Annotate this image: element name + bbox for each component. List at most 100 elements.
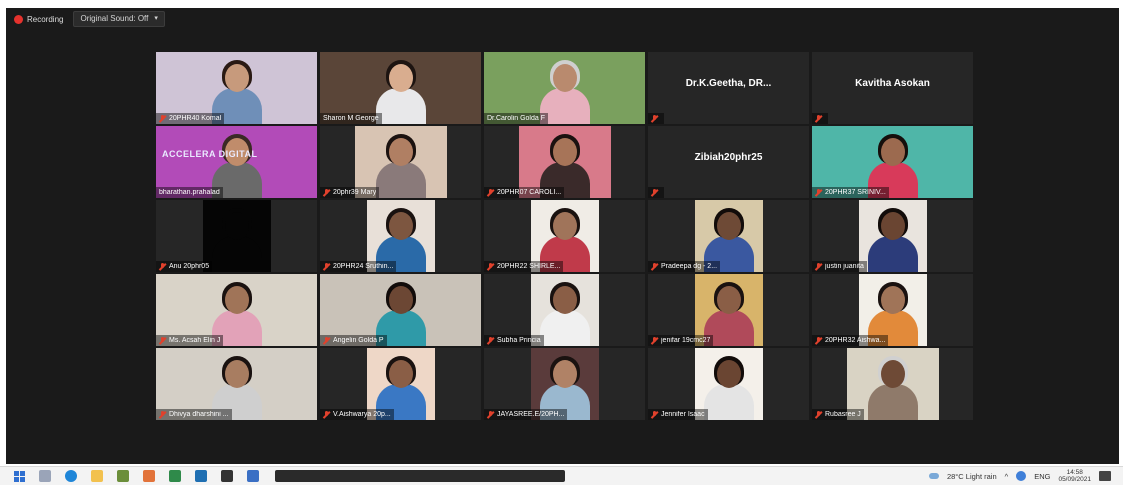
participant-tile[interactable]: Pradeepa dg - 2... (648, 200, 809, 272)
muted-mic-icon (651, 115, 658, 122)
participant-tile[interactable]: 20PHR07 CAROLI... (484, 126, 645, 198)
mail-icon[interactable] (195, 470, 207, 482)
recording-label: Recording (27, 14, 64, 24)
muted-mic-icon (487, 411, 494, 418)
app-icon-1[interactable] (117, 470, 129, 482)
taskbar-running-apps[interactable] (275, 470, 565, 482)
clock-date: 05/09/2021 (1058, 476, 1091, 483)
participant-name-tag: Pradeepa dg - 2... (648, 261, 721, 272)
participant-tile[interactable]: Dr.K.Geetha, DR... (648, 52, 809, 124)
participant-name-tag: bharathan.prahalad (156, 187, 223, 198)
original-sound-button[interactable]: Original Sound: Off ▾ (73, 11, 165, 27)
participant-figure (863, 208, 923, 272)
excel-icon[interactable] (169, 470, 181, 482)
participant-tile[interactable]: JAYASREE.E/20PH... (484, 348, 645, 420)
participant-name-tag: 20PHR32 Aishwa... (812, 335, 889, 346)
participant-name: Sharon M George (323, 115, 379, 122)
clock[interactable]: 14:58 05/09/2021 (1058, 469, 1091, 483)
participant-name: 20phr39 Mary (333, 189, 377, 196)
participant-tile[interactable]: 20phr39 Mary (320, 126, 481, 198)
muted-mic-icon (323, 411, 330, 418)
muted-mic-icon (815, 115, 822, 122)
participant-name-tag: Jennifer Isaac (648, 409, 708, 420)
participant-name-tag: JAYASREE.E/20PH... (484, 409, 568, 420)
participant-tile[interactable]: V.Aishwarya 20p... (320, 348, 481, 420)
muted-mic-icon (487, 263, 494, 270)
edge-browser-icon[interactable] (65, 470, 77, 482)
participant-name: justin juanita (825, 263, 864, 270)
participant-name-tag: 20PHR40 Komal (156, 113, 225, 124)
participant-name-tag: 20PHR24 Sruthin... (320, 261, 397, 272)
participant-tile[interactable]: 20PHR32 Aishwa... (812, 274, 973, 346)
participant-name-tag: V.Aishwarya 20p... (320, 409, 394, 420)
store-icon[interactable] (221, 470, 233, 482)
meeting-window: Recording Original Sound: Off ▾ 20PHR40 … (6, 8, 1119, 464)
muted-mic-icon (487, 189, 494, 196)
muted-mic-icon (487, 337, 494, 344)
participant-tile[interactable]: Kavitha Asokan (812, 52, 973, 124)
participant-name-tag: Angelin Golda P (320, 335, 387, 346)
participant-name: 20PHR32 Aishwa... (825, 337, 886, 344)
muted-mic-icon (815, 411, 822, 418)
participant-figure (863, 356, 923, 420)
notification-icon[interactable] (1099, 471, 1111, 481)
participant-figure (371, 134, 431, 198)
windows-taskbar: 28°C Light rain ^ ENG 14:58 05/09/2021 (0, 466, 1123, 485)
chevron-up-icon[interactable]: ^ (1005, 472, 1009, 481)
muted-mic-icon (159, 411, 166, 418)
participant-name-tag (648, 113, 664, 124)
chevron-down-icon[interactable]: ▾ (154, 12, 158, 26)
virtual-background-text: ACCELERA DIGITAL (162, 149, 258, 159)
muted-mic-icon (815, 189, 822, 196)
participant-name: Jennifer Isaac (661, 411, 705, 418)
word-icon[interactable] (247, 470, 259, 482)
weather-icon[interactable] (928, 473, 939, 479)
participant-tile[interactable]: justin juanita (812, 200, 973, 272)
muted-mic-icon (815, 337, 822, 344)
participant-tile[interactable]: Angelin Golda P (320, 274, 481, 346)
muted-mic-icon (651, 263, 658, 270)
participant-tile[interactable]: Rubasree J (812, 348, 973, 420)
participant-name: bharathan.prahalad (159, 189, 220, 196)
participant-name: jenifar 19cmc27 (661, 337, 711, 344)
participant-name: 20PHR40 Komal (169, 115, 222, 122)
muted-mic-icon (815, 263, 822, 270)
participant-name: 20PHR37 SRINIV... (825, 189, 886, 196)
participant-tile[interactable]: Zibiah20phr25 (648, 126, 809, 198)
participant-tile[interactable]: Dhivya dharshini ... (156, 348, 317, 420)
file-explorer-icon[interactable] (91, 470, 103, 482)
participant-tile[interactable]: 20PHR22 SHIRLE... (484, 200, 645, 272)
app-icon-2[interactable] (143, 470, 155, 482)
participant-name-tag: 20PHR37 SRINIV... (812, 187, 889, 198)
participant-video (202, 200, 271, 272)
participant-tile[interactable]: Dr.Carolin Golda F (484, 52, 645, 124)
original-sound-label: Original Sound: Off (80, 14, 149, 23)
participant-name-tag: jenifar 19cmc27 (648, 335, 714, 346)
participant-video (858, 200, 927, 272)
participant-tile[interactable]: 20PHR37 SRINIV... (812, 126, 973, 198)
muted-mic-icon (651, 411, 658, 418)
task-view-icon[interactable] (39, 470, 51, 482)
participant-tile[interactable]: ACCELERA DIGITAL bharathan.prahalad (156, 126, 317, 198)
participant-tile[interactable]: 20PHR24 Sruthin... (320, 200, 481, 272)
participant-name-tag: 20phr39 Mary (320, 187, 380, 198)
muted-mic-icon (651, 189, 658, 196)
participant-tile[interactable]: jenifar 19cmc27 (648, 274, 809, 346)
participant-name: Anu 20phr05 (169, 263, 210, 270)
participant-name-tag: justin juanita (812, 261, 867, 272)
participant-name: 20PHR07 CAROLI... (497, 189, 562, 196)
muted-mic-icon (159, 263, 166, 270)
participant-name-tag (812, 113, 828, 124)
weather-label[interactable]: 28°C Light rain (947, 472, 997, 481)
language-label[interactable]: ENG (1034, 472, 1050, 481)
windows-start-icon[interactable] (14, 470, 25, 482)
participant-name-tag: Rubasree J (812, 409, 864, 420)
participant-tile[interactable]: Subha Princia (484, 274, 645, 346)
assistant-icon[interactable] (1016, 471, 1027, 481)
participant-tile[interactable]: Jennifer Isaac (648, 348, 809, 420)
muted-mic-icon (323, 337, 330, 344)
participant-tile[interactable]: 20PHR40 Komal (156, 52, 317, 124)
participant-tile[interactable]: Ms. Acsah Elin J (156, 274, 317, 346)
participant-tile[interactable]: Sharon M George (320, 52, 481, 124)
participant-tile[interactable]: Anu 20phr05 (156, 200, 317, 272)
